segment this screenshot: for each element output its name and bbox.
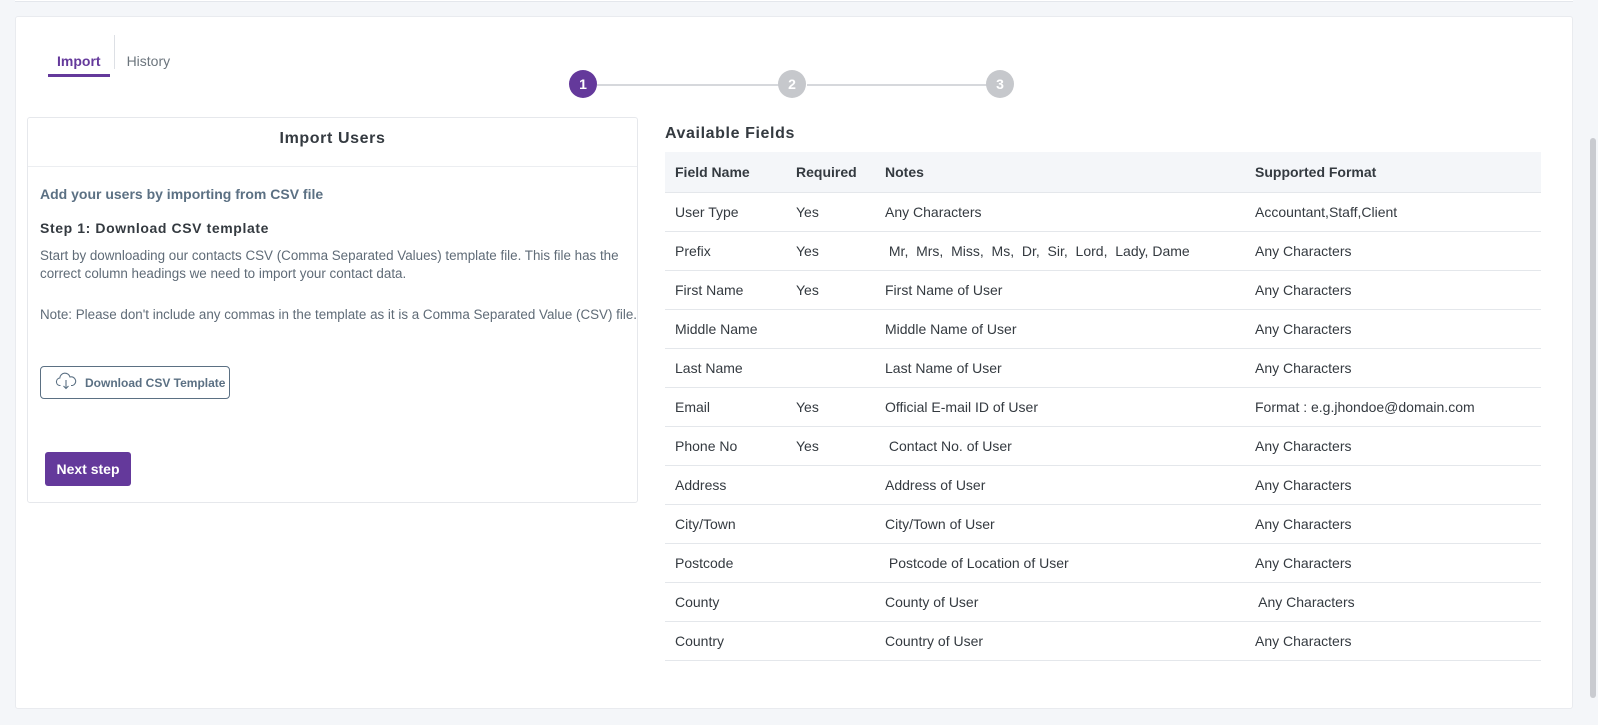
cell-supported-format: Any Characters	[1245, 270, 1541, 310]
import-users-panel: Import Users Add your users by importing…	[27, 117, 638, 503]
column-header-supported-format: Supported Format	[1245, 152, 1541, 193]
cell-notes: Address of User	[875, 465, 1245, 505]
cell-field-name: Phone No	[665, 426, 786, 466]
cell-field-name: City/Town	[665, 504, 786, 544]
column-header-field-name: Field Name	[665, 152, 786, 193]
cell-supported-format: Any Characters	[1245, 465, 1541, 505]
panel-title: Import Users	[28, 118, 637, 167]
template-description: Start by downloading our contacts CSV (C…	[40, 248, 619, 281]
cell-field-name: Email	[665, 387, 786, 427]
cloud-download-icon	[55, 372, 77, 393]
scrollbar-thumb[interactable]	[1590, 138, 1596, 698]
cell-supported-format: Any Characters	[1245, 504, 1541, 544]
cell-supported-format: Any Characters	[1245, 309, 1541, 349]
top-bar-edge	[15, 0, 1573, 2]
column-header-required: Required	[786, 152, 875, 193]
column-header-notes: Notes	[875, 152, 1245, 193]
step-connector	[597, 84, 779, 86]
comma-note: Note: Please don't include any commas in…	[40, 307, 637, 322]
cell-supported-format: Any Characters	[1245, 543, 1541, 583]
cell-supported-format: Any Characters	[1245, 426, 1541, 466]
cell-supported-format: Any Characters	[1245, 231, 1541, 271]
cell-supported-format: Any Characters	[1245, 348, 1541, 388]
cell-field-name: Middle Name	[665, 309, 786, 349]
step-1-indicator[interactable]: 1	[569, 70, 597, 98]
cell-notes: First Name of User	[875, 270, 1245, 310]
step-3-indicator[interactable]: 3	[986, 70, 1014, 98]
cell-supported-format: Any Characters	[1245, 582, 1541, 622]
cell-required: Yes	[786, 192, 875, 232]
cell-field-name: Postcode	[665, 543, 786, 583]
cell-notes: County of User	[875, 582, 1245, 622]
cell-required	[786, 621, 875, 661]
tab-divider	[113, 35, 115, 69]
tab-history[interactable]: History	[119, 35, 179, 77]
download-csv-template-button[interactable]: Download CSV Template	[40, 366, 230, 399]
cell-supported-format: Format : e.g.jhondoe@domain.com	[1245, 387, 1541, 427]
step-2-indicator[interactable]: 2	[778, 70, 806, 98]
cell-notes: Mr, Mrs, Miss, Ms, Dr, Sir, Lord, Lady, …	[875, 231, 1245, 271]
cell-required	[786, 504, 875, 544]
import-subtitle: Add your users by importing from CSV fil…	[40, 186, 324, 202]
cell-notes: Last Name of User	[875, 348, 1245, 388]
cell-field-name: County	[665, 582, 786, 622]
table-row: County County of User Any Characters	[665, 582, 1541, 622]
cell-field-name: Prefix	[665, 231, 786, 271]
table-row: First Name Yes First Name of User Any Chara…	[665, 270, 1541, 310]
cell-required	[786, 309, 875, 349]
table-row: User Type Yes Any Characters Accountant,Sta…	[665, 192, 1541, 232]
cell-notes: City/Town of User	[875, 504, 1245, 544]
cell-notes: Postcode of Location of User	[875, 543, 1245, 583]
cell-required	[786, 465, 875, 505]
available-fields-table: Field Name Required Notes Supported Form…	[665, 152, 1541, 661]
table-row: Last Name Last Name of User Any Characters	[665, 348, 1541, 388]
cell-field-name: First Name	[665, 270, 786, 310]
download-button-label: Download CSV Template	[85, 375, 226, 390]
table-row: Email Yes Official E-mail ID of User Format…	[665, 387, 1541, 427]
page-scrollbar[interactable]	[1588, 0, 1598, 725]
table-row: Prefix Yes Mr, Mrs, Miss, Ms, Dr, Sir, Lo…	[665, 231, 1541, 271]
step-connector	[807, 84, 987, 86]
cell-required	[786, 348, 875, 388]
table-row: Middle Name Middle Name of User Any Charac…	[665, 309, 1541, 349]
next-step-button[interactable]: Next step	[45, 452, 131, 486]
cell-field-name: Last Name	[665, 348, 786, 388]
stepper: 1 2 3	[569, 70, 1021, 100]
cell-required: Yes	[786, 270, 875, 310]
table-row: Country Country of User Any Characters	[665, 621, 1541, 661]
cell-field-name: User Type	[665, 192, 786, 232]
cell-required	[786, 543, 875, 583]
table-row: City/Town City/Town of User Any Characters	[665, 504, 1541, 544]
cell-notes: Contact No. of User	[875, 426, 1245, 466]
cell-field-name: Address	[665, 465, 786, 505]
cell-field-name: Country	[665, 621, 786, 661]
cell-required: Yes	[786, 231, 875, 271]
cell-notes: Country of User	[875, 621, 1245, 661]
cell-supported-format: Any Characters	[1245, 621, 1541, 661]
tab-import[interactable]: Import	[48, 35, 110, 77]
cell-notes: Any Characters	[875, 192, 1245, 232]
table-row: Postcode Postcode of Location of User Any…	[665, 543, 1541, 583]
table-row: Phone No Yes Contact No. of User Any Chara…	[665, 426, 1541, 466]
cell-required: Yes	[786, 387, 875, 427]
cell-supported-format: Accountant,Staff,Client	[1245, 192, 1541, 232]
cell-required: Yes	[786, 426, 875, 466]
cell-notes: Official E-mail ID of User	[875, 387, 1245, 427]
table-header-row: Field Name Required Notes Supported Form…	[665, 152, 1541, 193]
table-row: Address Address of User Any Characters	[665, 465, 1541, 505]
cell-notes: Middle Name of User	[875, 309, 1245, 349]
tab-bar: Import History	[48, 35, 178, 79]
step-heading: Step 1: Download CSV template	[40, 220, 269, 236]
available-fields-title: Available Fields	[665, 125, 795, 142]
cell-required	[786, 582, 875, 622]
